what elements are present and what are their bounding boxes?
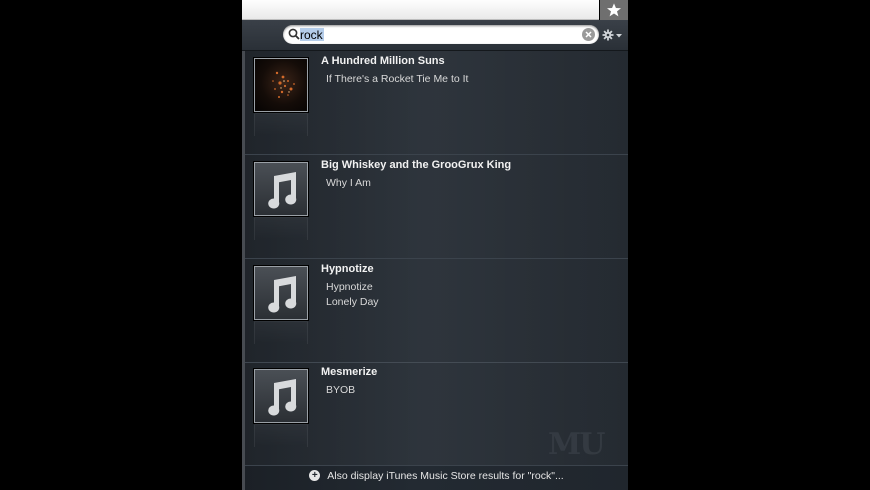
music-note-icon bbox=[254, 369, 308, 423]
music-note-icon bbox=[254, 162, 308, 216]
menubar-star-button[interactable] bbox=[600, 0, 628, 20]
search-field[interactable] bbox=[283, 25, 599, 44]
options-menu-button[interactable] bbox=[602, 28, 624, 42]
album-title: Mesmerize bbox=[321, 366, 378, 378]
menu-bar bbox=[242, 0, 599, 20]
track-title[interactable]: BYOB bbox=[326, 384, 355, 396]
artwork-reflection bbox=[254, 113, 308, 136]
track-title[interactable]: Lonely Day bbox=[326, 296, 379, 308]
result-row[interactable]: Hypnotize Hypnotize Lonely Day bbox=[245, 259, 628, 363]
search-bar bbox=[242, 20, 628, 51]
artwork-reflection bbox=[254, 321, 308, 344]
magnifier-icon bbox=[288, 28, 300, 40]
gear-icon bbox=[602, 29, 614, 41]
plus-circle-icon: + bbox=[309, 470, 321, 481]
track-title[interactable]: If There's a Rocket Tie Me to It bbox=[326, 73, 468, 85]
chevron-down-icon bbox=[616, 33, 622, 37]
artwork-reflection bbox=[254, 217, 308, 240]
result-row[interactable]: A Hundred Million Suns If There's a Rock… bbox=[245, 51, 628, 155]
result-row[interactable]: Big Whiskey and the GrooGrux King Why I … bbox=[245, 155, 628, 259]
album-cover bbox=[254, 58, 308, 112]
search-panel: A Hundred Million Suns If There's a Rock… bbox=[242, 20, 628, 490]
artwork-reflection bbox=[254, 424, 308, 447]
album-title: A Hundred Million Suns bbox=[321, 55, 445, 67]
album-title: Big Whiskey and the GrooGrux King bbox=[321, 159, 512, 171]
itunes-store-results-link[interactable]: + Also display iTunes Music Store result… bbox=[245, 461, 628, 490]
watermark-logo: MU bbox=[548, 427, 605, 462]
clear-x-icon bbox=[585, 31, 592, 38]
track-title[interactable]: Hypnotize bbox=[326, 281, 373, 293]
music-note-icon bbox=[254, 266, 308, 320]
clear-search-button[interactable] bbox=[582, 28, 595, 41]
track-title[interactable]: Why I Am bbox=[326, 177, 371, 189]
search-input[interactable] bbox=[300, 26, 570, 43]
album-title: Hypnotize bbox=[321, 263, 374, 275]
footer-label: Also display iTunes Music Store results … bbox=[327, 469, 564, 482]
star-icon bbox=[607, 3, 621, 17]
